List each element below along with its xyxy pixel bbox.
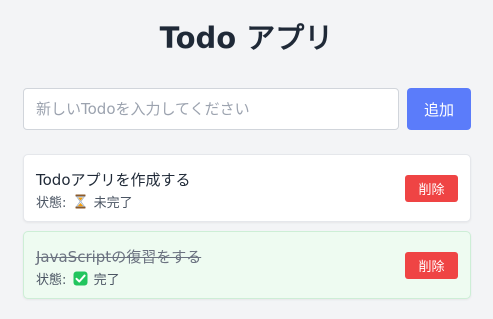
- todo-item: Todoアプリを作成する 状態: 未完了 削除: [23, 154, 471, 222]
- todo-status: 状態: 未完了: [36, 192, 133, 211]
- todo-status: 状態: 完了: [36, 269, 120, 288]
- todo-text: JavaScriptの復習をする: [36, 248, 202, 266]
- add-button[interactable]: 追加: [407, 88, 471, 130]
- page-title: Todo アプリ: [159, 21, 334, 55]
- status-label: 状態:: [36, 196, 67, 211]
- todo-item: JavaScriptの復習をする 状態: 完了 削除: [23, 231, 471, 299]
- delete-button[interactable]: 削除: [405, 175, 458, 202]
- delete-button[interactable]: 削除: [405, 252, 458, 279]
- todo-text: Todoアプリを作成する: [36, 171, 191, 189]
- check-icon: [73, 271, 88, 286]
- hourglass-icon: [73, 194, 88, 209]
- status-label: 状態:: [36, 273, 67, 288]
- status-text: 完了: [93, 273, 120, 288]
- todo-input[interactable]: [23, 88, 399, 130]
- status-text: 未完了: [93, 196, 133, 211]
